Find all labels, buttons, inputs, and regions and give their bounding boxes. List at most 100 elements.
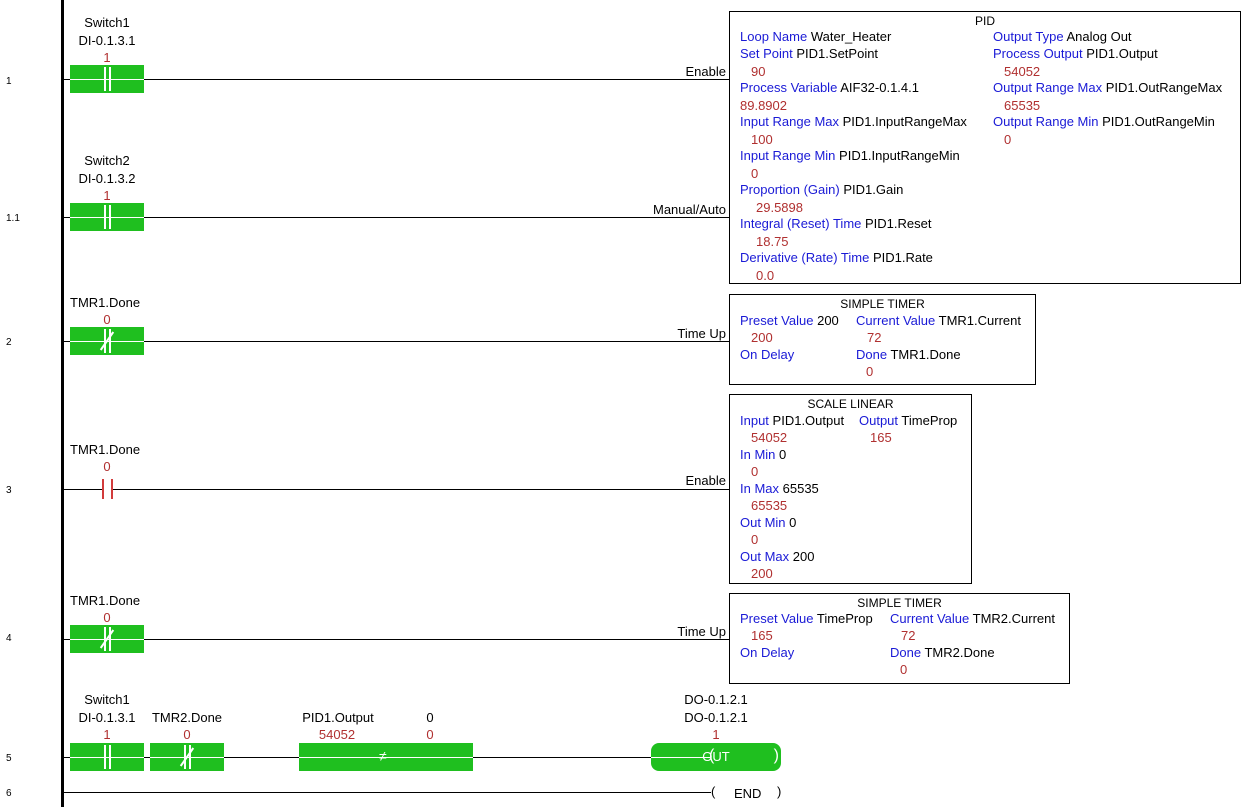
nc-contact-tmr1-done[interactable] — [70, 327, 144, 355]
end-left-paren: ( — [711, 784, 716, 799]
contact-name: TMR1.Done — [70, 442, 141, 457]
input-time-up-label: Time Up — [677, 624, 726, 639]
contact-value: 0 — [183, 727, 191, 742]
timer-done: Done TMR2.Done — [890, 645, 995, 660]
pid-rate: Derivative (Rate) Time PID1.Rate — [740, 250, 933, 265]
timer-preset-value: 200 — [751, 330, 773, 345]
pid-set-point: Set Point PID1.SetPoint — [740, 46, 879, 61]
timer-preset-value: 165 — [751, 628, 773, 643]
timer-preset: Preset Value 200 — [740, 313, 839, 328]
nc-contact-tmr2-done[interactable] — [150, 743, 224, 771]
input-enable-label: Enable — [685, 473, 726, 488]
rung-number-2: 2 — [6, 337, 12, 348]
wire — [144, 341, 729, 342]
scale-in-min-value: 0 — [751, 464, 759, 479]
rung-number-4: 4 — [6, 633, 12, 644]
pid-input-range-min-value: 0 — [751, 166, 759, 181]
pid-output-range-min: Output Range Min PID1.OutRangeMin — [993, 114, 1215, 129]
wire — [144, 639, 729, 640]
compare-operand-a-value: 54052 — [318, 727, 356, 742]
coil-address: DO-0.1.2.1 — [684, 692, 748, 707]
timer-mode: On Delay — [740, 347, 795, 362]
scale-linear-block[interactable]: SCALE LINEAR Input PID1.Output 54052 Out… — [729, 394, 972, 584]
wire — [144, 79, 729, 80]
timer-current: Current Value TMR2.Current — [890, 611, 1055, 626]
input-time-up-label: Time Up — [677, 326, 726, 341]
block-title: PID — [974, 14, 995, 28]
contact-name: Switch2 — [84, 153, 130, 168]
compare-operand-b-value: 0 — [426, 727, 434, 742]
scale-in-max-value: 65535 — [751, 498, 788, 513]
timer-current-value: 72 — [901, 628, 916, 643]
wire — [144, 757, 150, 758]
end-right-paren: ) — [777, 784, 782, 799]
nc-contact-tmr1-done[interactable] — [70, 625, 144, 653]
scale-out-min-value: 0 — [751, 532, 759, 547]
input-manual-auto-label: Manual/Auto — [653, 202, 726, 217]
contact-name: TMR2.Done — [151, 710, 223, 725]
pid-output-range-max-value: 65535 — [1004, 98, 1041, 113]
contact-address: DI-0.1.3.1 — [78, 33, 136, 48]
coil-value: 1 — [712, 727, 720, 742]
pid-loop-name: Loop Name Water_Heater — [740, 29, 892, 44]
scale-out-max-value: 200 — [751, 566, 773, 581]
pid-reset: Integral (Reset) Time PID1.Reset — [740, 216, 932, 231]
contact-address: DI-0.1.3.1 — [78, 710, 136, 725]
contact-name: TMR1.Done — [70, 295, 141, 310]
no-contact-tmr1-done-open[interactable] — [102, 479, 122, 507]
output-coil-do-0-1-2-1[interactable]: ( OUT ) — [651, 743, 781, 771]
pid-gain-value: 29.5898 — [756, 200, 803, 215]
wire — [63, 639, 70, 640]
no-contact-switch1[interactable] — [70, 743, 144, 771]
contact-value: 1 — [103, 727, 111, 742]
pid-process-variable: Process Variable AIF32-0.1.4.1 — [740, 80, 919, 95]
block-title: SIMPLE TIMER — [857, 596, 942, 610]
contact-value: 1 — [103, 50, 111, 65]
contact-name: Switch1 — [84, 15, 130, 30]
pid-set-point-value: 90 — [751, 64, 766, 79]
pid-function-block[interactable]: PID Loop Name Water_Heater Set Point PID… — [729, 11, 1241, 284]
scale-input-value: 54052 — [751, 430, 788, 445]
rung-number-1-1: 1.1 — [6, 213, 20, 224]
wire — [144, 217, 729, 218]
contact-value: 1 — [103, 188, 111, 203]
timer-done: Done TMR1.Done — [856, 347, 961, 362]
pid-output-range-max: Output Range Max PID1.OutRangeMax — [993, 80, 1223, 95]
coil-label: OUT — [702, 749, 730, 764]
contact-value: 0 — [103, 312, 111, 327]
timer-done-value: 0 — [866, 364, 874, 379]
compare-operand-b: 0 — [426, 710, 434, 725]
pid-input-range-max-value: 100 — [751, 132, 773, 147]
not-equal-compare-contact[interactable]: ≠ — [299, 743, 473, 771]
contact-name: Switch1 — [84, 692, 130, 707]
wire — [473, 757, 651, 758]
pid-output-type: Output Type Analog Out — [993, 29, 1132, 44]
coil-address: DO-0.1.2.1 — [684, 710, 748, 725]
scale-in-min: In Min 0 — [740, 447, 787, 462]
no-contact-switch2[interactable] — [70, 203, 144, 231]
rung-number-3: 3 — [6, 485, 12, 496]
wire — [63, 792, 711, 793]
pid-gain: Proportion (Gain) PID1.Gain — [740, 182, 904, 197]
rung-number-6: 6 — [6, 788, 12, 799]
wire — [224, 757, 299, 758]
scale-out-max: Out Max 200 — [740, 549, 815, 564]
simple-timer-block-1[interactable]: SIMPLE TIMER Preset Value 200 200 Curren… — [729, 294, 1036, 385]
wire — [63, 757, 70, 758]
pid-rate-value: 0.0 — [756, 268, 775, 283]
not-equal-icon: ≠ — [379, 748, 387, 764]
compare-operand-a: PID1.Output — [302, 710, 374, 725]
pid-input-range-min: Input Range Min PID1.InputRangeMin — [740, 148, 960, 163]
pid-output-range-min-value: 0 — [1004, 132, 1012, 147]
rung-number-1: 1 — [6, 76, 12, 87]
contact-value: 0 — [103, 610, 111, 625]
end-instruction[interactable]: END — [734, 786, 761, 801]
simple-timer-block-2[interactable]: SIMPLE TIMER Preset Value TimeProp 165 C… — [729, 593, 1070, 684]
contact-value: 0 — [103, 459, 111, 474]
contact-address: DI-0.1.3.2 — [78, 171, 136, 186]
block-title: SIMPLE TIMER — [840, 297, 925, 311]
scale-output: Output TimeProp — [859, 413, 958, 428]
wire — [113, 489, 729, 490]
no-contact-switch1[interactable] — [70, 65, 144, 93]
input-enable-label: Enable — [685, 64, 726, 79]
